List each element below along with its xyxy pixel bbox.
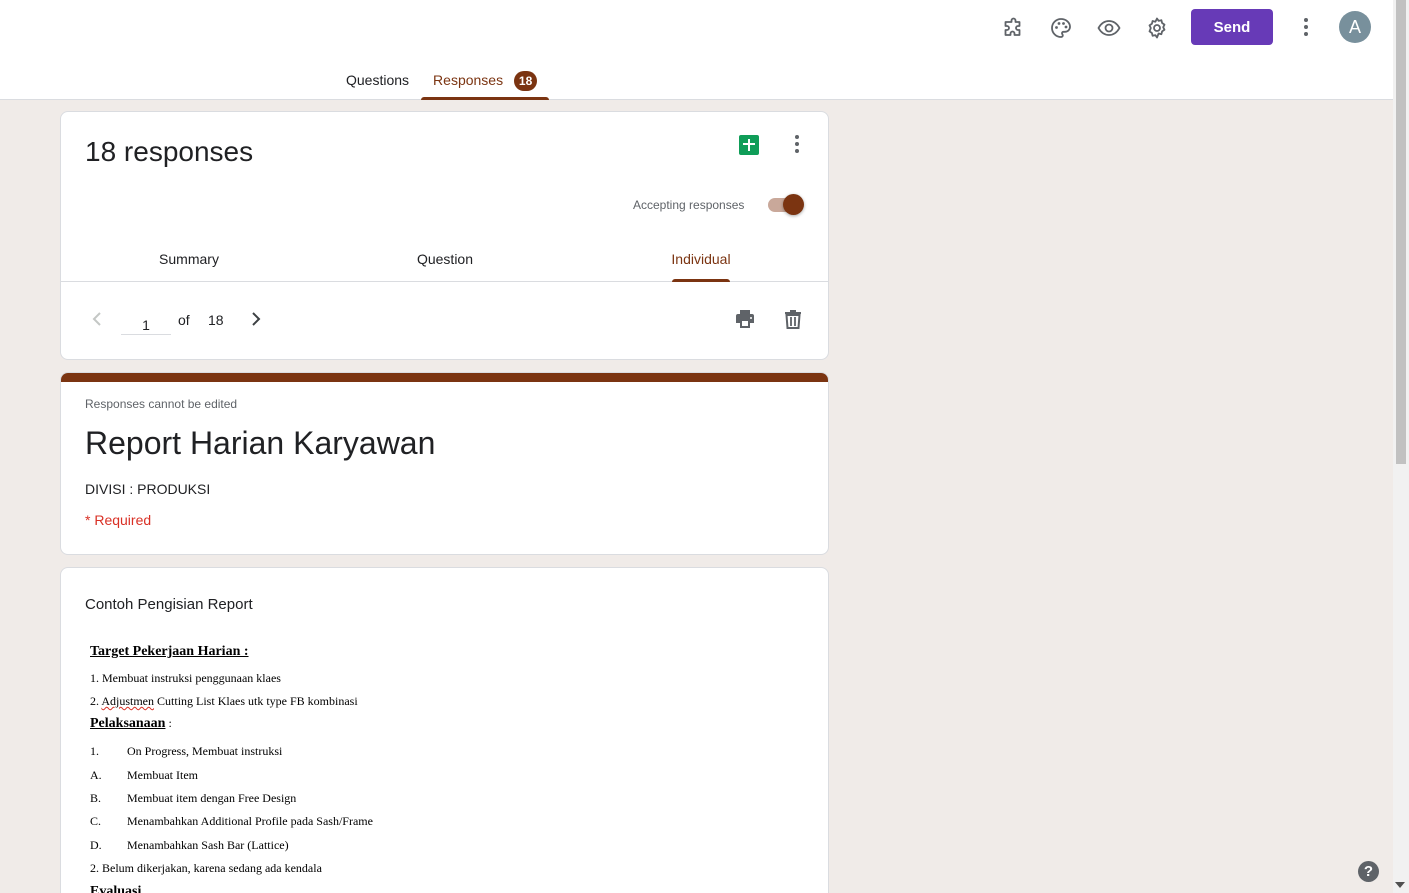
- list-text: Menambahkan Sash Bar (Lattice): [127, 838, 289, 852]
- heading-target: Target Pekerjaan Harian :: [90, 644, 249, 659]
- target-item-2: 2. Adjustmen Cutting List Klaes utk type…: [90, 694, 358, 709]
- toggle-knob[interactable]: [783, 194, 804, 215]
- help-button[interactable]: ?: [1358, 861, 1379, 882]
- active-tab-indicator: [672, 279, 730, 282]
- previous-response-button[interactable]: [87, 309, 107, 329]
- heading-evaluasi: Evaluasi: [90, 884, 142, 893]
- list-text: Membuat item dengan Free Design: [127, 791, 297, 805]
- accepting-responses-label: Accepting responses: [633, 198, 745, 212]
- tab-questions-label: Questions: [346, 72, 410, 88]
- pager-total: 18: [208, 312, 224, 328]
- eye-icon: [1097, 20, 1121, 36]
- tab-question[interactable]: Question: [317, 238, 573, 282]
- list-number: C.: [90, 814, 102, 828]
- tab-responses[interactable]: Responses 18: [421, 62, 550, 100]
- tab-individual-label: Individual: [671, 251, 731, 267]
- tab-question-label: Question: [416, 251, 474, 267]
- responses-more-button[interactable]: [785, 132, 809, 156]
- delete-response-button[interactable]: [781, 307, 805, 331]
- theme-button[interactable]: [1043, 10, 1079, 46]
- chevron-left-icon: [92, 312, 101, 326]
- list-number: D.: [90, 838, 102, 852]
- more-options-button[interactable]: [1294, 9, 1318, 45]
- gear-icon: [1148, 17, 1166, 39]
- target-item-1: 1. Membuat instruksi penggunaan klaes: [90, 671, 281, 685]
- tab-summary[interactable]: Summary: [61, 238, 317, 282]
- pelaksanaan-item-a: A. Membuat Item: [90, 768, 198, 783]
- preview-button[interactable]: [1091, 10, 1127, 46]
- toolbar-icons: [995, 10, 1187, 46]
- target-item-2-rest: Cutting List Klaes utk type FB kombinasi: [154, 694, 358, 708]
- form-header-card: Responses cannot be edited Report Harian…: [60, 372, 829, 555]
- heading-pelaksanaan-colon: :: [165, 716, 172, 730]
- print-button[interactable]: [733, 307, 757, 331]
- required-indicator: * Required: [85, 512, 152, 528]
- responses-count-badge: 18: [514, 71, 538, 91]
- form-accent-bar: [61, 373, 828, 382]
- scrollbar-thumb[interactable]: [1396, 0, 1406, 464]
- list-number: B.: [90, 791, 102, 805]
- more-vert-icon: [795, 135, 799, 153]
- pager-of-label: of: [178, 312, 190, 328]
- main-tabs: Questions Responses 18: [334, 62, 550, 100]
- sheets-icon[interactable]: [739, 135, 759, 155]
- tab-responses-label: Responses: [433, 72, 504, 88]
- question-card: Contoh Pengisian Report Target Pekerjaan…: [60, 567, 829, 893]
- heading-pelaksanaan: Pelaksanaan: [90, 716, 166, 731]
- responses-card: 18 responses Accepting responses Summary…: [60, 111, 829, 360]
- response-view-tabs: Summary Question Individual: [61, 238, 828, 282]
- tab-questions[interactable]: Questions: [334, 62, 421, 100]
- scroll-down-arrow-icon[interactable]: [1395, 882, 1405, 888]
- more-vert-icon: [1304, 18, 1308, 36]
- tab-individual[interactable]: Individual: [573, 238, 829, 282]
- list-number: 1.: [90, 744, 99, 758]
- pelaksanaan-item-d: D. Menambahkan Sash Bar (Lattice): [90, 838, 289, 853]
- list-text: On Progress, Membuat instruksi: [127, 744, 283, 758]
- list-number: A.: [90, 768, 102, 782]
- spellcheck-word: Adjustmen: [101, 694, 155, 708]
- form-description: DIVISI : PRODUKSI: [85, 481, 211, 497]
- palette-icon: [1051, 18, 1071, 38]
- pelaksanaan-item-2: 2. Belum dikerjakan, karena sedang ada k…: [90, 861, 322, 875]
- list-text: Membuat Item: [127, 768, 198, 782]
- puzzle-icon: [1004, 17, 1021, 36]
- pelaksanaan-item-c: C. Menambahkan Additional Profile pada Sa…: [90, 814, 373, 829]
- question-title: Contoh Pengisian Report: [85, 596, 253, 613]
- list-text: Menambahkan Additional Profile pada Sash…: [127, 814, 373, 828]
- tab-summary-label: Summary: [159, 251, 219, 267]
- print-icon: [736, 310, 754, 328]
- next-response-button[interactable]: [246, 309, 266, 329]
- response-pager: of 18: [61, 283, 828, 359]
- chevron-right-icon: [252, 312, 261, 326]
- form-title: Report Harian Karyawan: [85, 425, 436, 461]
- settings-button[interactable]: [1139, 10, 1175, 46]
- pelaksanaan-item-1: 1. On Progress, Membuat instruksi: [90, 744, 282, 759]
- send-button[interactable]: Send: [1191, 9, 1273, 45]
- trash-icon: [785, 310, 801, 329]
- addons-button[interactable]: [995, 10, 1031, 46]
- top-app-bar: Send A Questions Responses 18: [0, 0, 1393, 100]
- responses-count-title: 18 responses: [85, 136, 254, 167]
- heading-pelaksanaan-line: Pelaksanaan :: [90, 716, 172, 732]
- pelaksanaan-item-b: B. Membuat item dengan Free Design: [90, 791, 296, 806]
- responses-not-editable-notice: Responses cannot be edited: [85, 397, 238, 411]
- target-item-2-prefix: 2.: [90, 694, 102, 708]
- account-avatar[interactable]: A: [1339, 11, 1371, 43]
- response-page-input[interactable]: [121, 311, 171, 335]
